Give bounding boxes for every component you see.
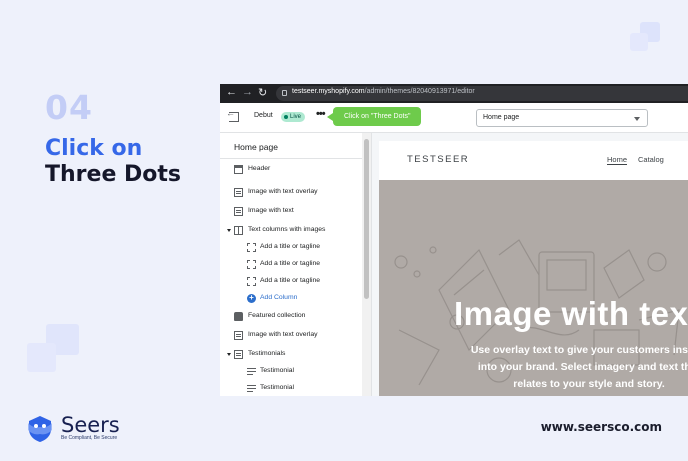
decor-square [630, 33, 648, 51]
sidebar-item-image-with-text-overlay[interactable]: Image with text overlay [220, 328, 362, 345]
hero-banner: Image with text Use overlay text to give… [379, 180, 688, 396]
callout-arrow [327, 113, 333, 121]
sidebar-item-label: Header [248, 165, 271, 172]
theme-name: Debut [254, 112, 273, 119]
sidebar-item-label: Add a title or tagline [260, 277, 321, 284]
sections-sidebar: Home page Header Image with text overlay… [220, 133, 372, 396]
sidebar-subitem-tagline[interactable]: Add a title or tagline [220, 274, 362, 291]
sidebar-subitem-testimonial[interactable]: Testimonial [220, 381, 362, 396]
frame-icon [247, 243, 256, 252]
chevron-down-icon [634, 117, 640, 121]
step-title: Click on [45, 136, 143, 161]
sidebar-item-label: Featured collection [248, 312, 306, 319]
lines-icon [247, 384, 256, 393]
sidebar-item-label: Testimonial [260, 384, 294, 391]
sidebar-title: Home page [234, 142, 278, 152]
hero-title: Image with text [454, 295, 688, 332]
sidebar-item-label: Add a title or tagline [260, 260, 321, 267]
lock-icon [282, 90, 287, 96]
block-icon [234, 207, 243, 216]
step-title-secondary: Three Dots [45, 162, 182, 187]
sidebar-item-testimonials[interactable]: Testimonials [220, 347, 362, 364]
sidebar-item-featured-collection[interactable]: Featured collection [220, 309, 362, 326]
live-badge: Live [281, 112, 306, 122]
caret-down-icon[interactable] [227, 353, 231, 356]
store-preview: TESTSEER Home Catalog Image with text Us… [379, 141, 688, 396]
sidebar-item-label: Image with text overlay [248, 188, 318, 195]
three-dots-button[interactable]: ••• [316, 108, 326, 120]
seers-logo: Seers Be Compliant, Be Secure [24, 413, 144, 445]
sidebar-item-text-columns[interactable]: Text columns with images [220, 223, 362, 240]
theme-preview: TESTSEER Home Catalog Image with text Us… [372, 133, 688, 396]
exit-arrow-icon: ← [226, 108, 235, 118]
sidebar-item-image-with-text[interactable]: Image with text [220, 204, 362, 221]
sidebar-item-label: Testimonial [260, 367, 294, 374]
plus-circle-icon: + [247, 294, 256, 303]
lines-icon [247, 367, 256, 376]
live-dot-icon [284, 115, 288, 119]
sidebar-divider [220, 158, 362, 159]
sidebar-subitem-tagline[interactable]: Add a title or tagline [220, 240, 362, 257]
bag-icon [234, 312, 243, 321]
editor-toolbar: ← Debut Live ••• Click on "Three Dots" H… [220, 103, 688, 133]
back-icon[interactable]: ← [226, 86, 237, 98]
page-select[interactable]: Home page [476, 109, 648, 127]
caret-down-icon[interactable] [227, 229, 231, 232]
sidebar-item-label: Add Column [260, 294, 298, 301]
reload-icon[interactable]: ↻ [258, 86, 267, 99]
nav-link-catalog[interactable]: Catalog [638, 155, 664, 164]
hero-subtitle: Use overlay text to give your customers … [470, 344, 688, 390]
columns-icon [234, 226, 243, 235]
sidebar-item-label: Image with text overlay [248, 331, 318, 338]
sidebar-item-label: Image with text [248, 207, 294, 214]
sidebar-item-label: Testimonials [248, 350, 286, 357]
frame-icon [247, 277, 256, 286]
sidebar-item-label: Text columns with images [248, 226, 326, 233]
sidebar-subitem-tagline[interactable]: Add a title or tagline [220, 257, 362, 274]
address-bar[interactable]: testseer.myshopify.com/admin/themes/8204… [276, 86, 688, 101]
browser-bar: ← → ↻ testseer.myshopify.com/admin/theme… [220, 84, 688, 103]
url-text: testseer.myshopify.com/admin/themes/8204… [292, 88, 475, 95]
sidebar-item-label: Add a title or tagline [260, 243, 321, 250]
frame-icon [247, 260, 256, 269]
screenshot-frame: ← → ↻ testseer.myshopify.com/admin/theme… [220, 84, 688, 396]
add-column-button[interactable]: + Add Column [220, 291, 362, 308]
block-icon [234, 331, 243, 340]
logo-name: Seers [61, 413, 120, 437]
decor-square [27, 343, 56, 372]
callout-tooltip: Click on "Three Dots" [327, 107, 422, 126]
sidebar-item-image-with-text-overlay[interactable]: Image with text overlay [220, 185, 362, 202]
page-select-value: Home page [483, 114, 520, 121]
sidebar-scrollbar[interactable] [362, 133, 371, 396]
website-url: www.seersco.com [540, 420, 662, 434]
seers-logo-icon [28, 416, 52, 442]
store-name: TESTSEER [407, 154, 470, 165]
step-number: 04 [45, 88, 93, 127]
sidebar-subitem-testimonial[interactable]: Testimonial [220, 364, 362, 381]
header-icon [234, 165, 243, 174]
logo-tagline: Be Compliant, Be Secure [61, 435, 118, 441]
scrollbar-thumb[interactable] [364, 139, 369, 299]
block-icon [234, 350, 243, 359]
callout-text: Click on "Three Dots" [344, 113, 411, 120]
forward-icon[interactable]: → [242, 86, 253, 98]
sidebar-item-header[interactable]: Header [220, 162, 362, 179]
nav-link-home[interactable]: Home [607, 155, 628, 165]
block-icon [234, 188, 243, 197]
